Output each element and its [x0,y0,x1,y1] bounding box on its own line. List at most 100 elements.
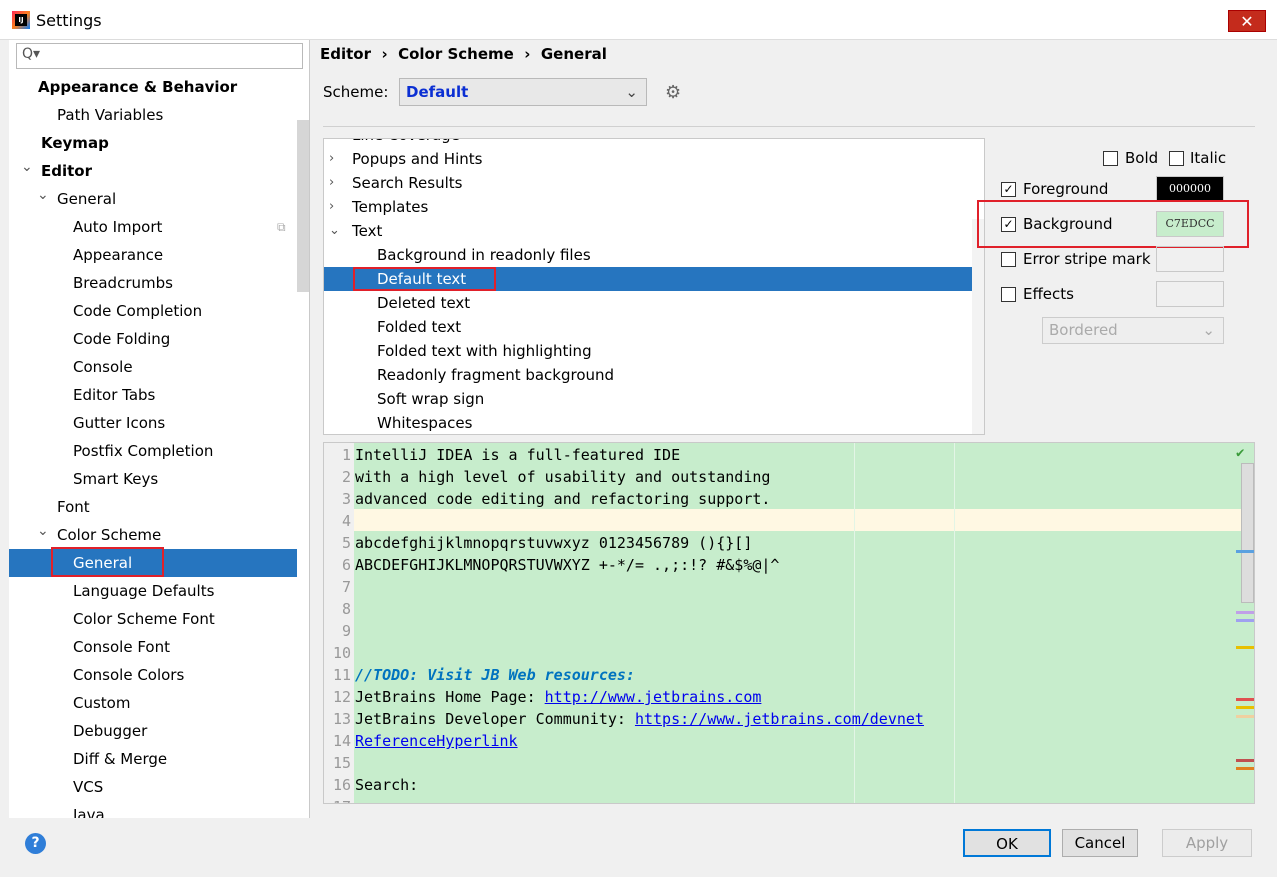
foreground-color-swatch[interactable]: 000000 [1156,176,1224,202]
code-line: ABCDEFGHIJKLMNOPQRSTUVWXYZ +-*/= .,;:!? … [355,554,779,576]
sidebar-item[interactable]: Diff & Merge [9,745,297,773]
sidebar-item[interactable]: Gutter Icons [9,409,297,437]
sidebar-item[interactable]: Smart Keys [9,465,297,493]
sidebar-item[interactable]: Console [9,353,297,381]
tree-item[interactable]: Folded text [324,315,972,339]
scheme-label: Scheme: [323,83,389,101]
sidebar-item[interactable]: Postfix Completion [9,437,297,465]
tree-item[interactable]: › Templates [324,195,972,219]
foreground-checkbox[interactable]: ✓ [1001,182,1016,197]
search-input[interactable]: Q▾ [16,43,303,69]
sidebar-item[interactable]: Console Colors [9,661,297,689]
editor-scrollbar[interactable] [1241,463,1254,603]
foreground-label: Foreground [1023,180,1109,198]
sidebar-item-label: Breadcrumbs [73,274,173,292]
sidebar-item[interactable]: Keymap [9,129,297,157]
sidebar-item[interactable]: Path Variables [9,101,297,129]
tree-item[interactable]: › Popups and Hints [324,147,972,171]
sidebar-item[interactable]: Breadcrumbs [9,269,297,297]
chevron-right-icon[interactable]: › [329,195,334,219]
sidebar-item[interactable]: Console Font [9,633,297,661]
line-number: 3 [341,490,351,508]
cancel-button[interactable]: Cancel [1062,829,1138,857]
italic-checkbox[interactable] [1169,151,1184,166]
sidebar-item[interactable]: ⌄ Color Scheme [9,521,297,549]
scheme-dropdown[interactable]: Default ⌄ [399,78,647,106]
sidebar-item[interactable]: Color Scheme Font [9,605,297,633]
hyperlink[interactable]: ReferenceHyperlink [355,732,518,750]
error-stripe-checkbox[interactable] [1001,252,1016,267]
hyperlink[interactable]: https://www.jetbrains.com/devnet [635,710,924,728]
effects-checkbox[interactable] [1001,287,1016,302]
sidebar-item[interactable]: Language Defaults [9,577,297,605]
line-number: 6 [341,556,351,574]
effects-swatch[interactable] [1156,281,1224,307]
sidebar-item[interactable]: Appearance [9,241,297,269]
sidebar-item-label: Postfix Completion [73,442,214,460]
bold-checkbox[interactable] [1103,151,1118,166]
effects-type-dropdown[interactable]: Bordered ⌄ [1042,317,1224,344]
tree-item[interactable]: ⌄ Text [324,219,972,243]
tree-item[interactable]: › Line Coverage [324,139,972,147]
tree-item[interactable]: Folded text with highlighting [324,339,972,363]
tree-item-label: Readonly fragment background [377,366,615,384]
sidebar-item-label: Path Variables [57,106,164,124]
sidebar-item[interactable]: Code Folding [9,325,297,353]
stripe-mark [1236,619,1254,622]
line-number: 10 [332,644,351,662]
tree-item[interactable]: Deleted text [324,291,972,315]
close-button[interactable]: ✕ [1228,10,1266,32]
chevron-down-icon[interactable]: ⌄ [37,517,49,545]
line-number: 17 [324,796,351,803]
chevron-down-icon[interactable]: ⌄ [21,153,33,181]
highlight-box [51,547,164,577]
sidebar-item[interactable]: Code Completion [9,297,297,325]
sidebar-item-label: Language Defaults [73,582,215,600]
sidebar-item[interactable]: Appearance & Behavior [9,73,297,101]
line-number: 2 [341,468,351,486]
gear-icon[interactable]: ⚙ [665,82,681,103]
preview-editor[interactable]: 1234567891011121314151617 IntelliJ IDEA … [323,442,1255,804]
color-attributes-tree: › Line Coverage › Popups and Hints › Search R… [323,138,985,435]
tree-item[interactable]: › Search Results [324,171,972,195]
stripe-mark [1236,611,1254,614]
error-stripe-swatch[interactable] [1156,246,1224,272]
settings-sidebar: Q▾ Appearance & Behavior Path Variables Ke… [9,40,310,818]
title-bar: IJ Settings ✕ [0,0,1277,40]
tree-item[interactable]: Readonly fragment background [324,363,972,387]
sidebar-item-label: Console [73,358,133,376]
chevron-down-icon[interactable]: ⌄ [37,181,49,209]
chevron-right-icon[interactable]: › [329,171,334,195]
tree-item[interactable]: Soft wrap sign [324,387,972,411]
sidebar-item[interactable]: General [9,547,297,577]
sidebar-scrollbar[interactable] [297,120,309,292]
tree-scrollbar[interactable] [972,219,984,434]
tree-item[interactable]: Background in readonly files [324,243,972,267]
sidebar-item-label: Custom [73,694,131,712]
sidebar-item[interactable]: Font [9,493,297,521]
sidebar-item[interactable]: VCS [9,773,297,801]
stripe-mark [1236,550,1254,553]
chevron-down-icon: ⌄ [1202,321,1215,339]
ok-button[interactable]: OK [963,829,1051,857]
dialog-footer: ? OK Cancel Apply [0,818,1277,877]
apply-button[interactable]: Apply [1162,829,1252,857]
hyperlink[interactable]: http://www.jetbrains.com [545,688,762,706]
line-number: 15 [332,754,351,772]
right-margin-guide [954,443,955,803]
stripe-mark [1236,698,1254,701]
sidebar-item[interactable]: Editor Tabs [9,381,297,409]
tree-item[interactable]: Default text [324,267,972,291]
sidebar-item[interactable]: Java [9,801,297,818]
sidebar-item[interactable]: ⌄ Editor [9,157,297,185]
sidebar-item-label: Diff & Merge [73,750,168,768]
sidebar-item[interactable]: Debugger [9,717,297,745]
sidebar-item[interactable]: ⌄ General [9,185,297,213]
sidebar-item[interactable]: Auto Import ⧉ [9,213,297,241]
chevron-right-icon[interactable]: › [329,139,334,147]
sidebar-item[interactable]: Custom [9,689,297,717]
chevron-down-icon[interactable]: ⌄ [329,219,340,243]
tree-item[interactable]: Whitespaces [324,411,972,434]
chevron-right-icon[interactable]: › [329,147,334,171]
help-button[interactable]: ? [25,833,46,854]
